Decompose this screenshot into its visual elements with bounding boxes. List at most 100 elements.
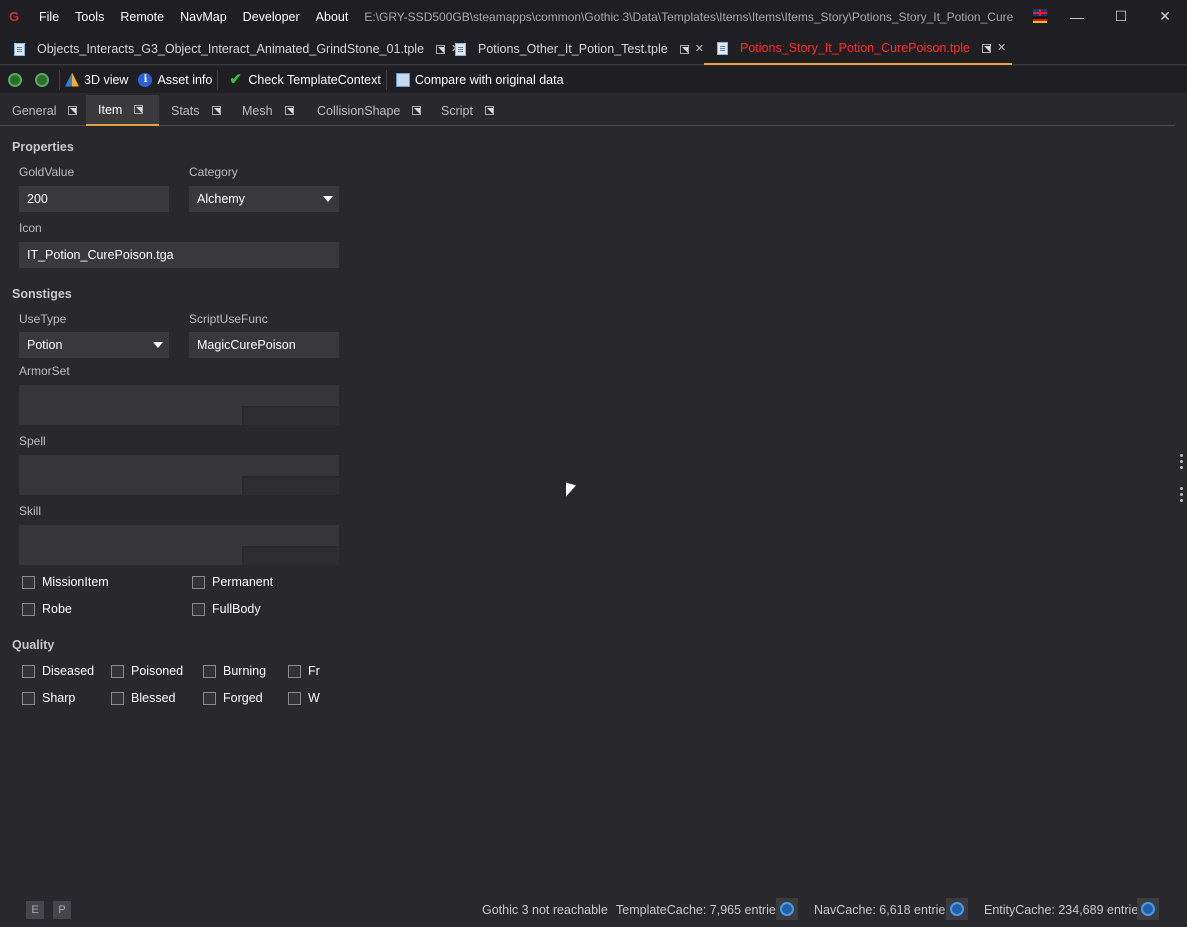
spell-subfield[interactable] [242,476,339,495]
category-value: Alchemy [197,192,245,206]
checkbox-box[interactable] [22,602,35,616]
checkbox-box[interactable] [22,664,35,678]
checkbox-box[interactable] [111,664,124,678]
checkbox-box[interactable] [203,664,216,678]
menu-navmap[interactable]: NavMap [172,10,235,24]
tab-item[interactable]: Item [86,95,159,126]
nav-cache-refresh-button[interactable] [946,898,968,920]
toolbar-separator [59,69,60,90]
menu-remote[interactable]: Remote [112,10,172,24]
scriptusefunc-input[interactable]: MagicCurePoison [189,332,339,358]
refresh-button[interactable] [8,66,27,93]
close-tab-icon[interactable]: ✕ [695,43,704,54]
checkbox-box[interactable] [288,691,301,705]
permanent-checkbox[interactable]: Permanent [192,575,273,589]
entity-cache-status: EntityCache: 234,689 entries [984,903,1145,917]
close-window-button[interactable]: ✕ [1143,0,1187,33]
tab-dropdown-icon[interactable] [484,106,494,115]
menu-developer[interactable]: Developer [235,10,308,24]
menu-tools[interactable]: Tools [67,10,112,24]
template-cache-refresh-button[interactable] [776,898,798,920]
connection-status: Gothic 3 not reachable [482,903,608,917]
tab-dropdown-icon[interactable] [68,106,78,115]
checkbox-box[interactable] [192,575,205,589]
checkbox-box[interactable] [192,602,205,616]
checkmark-icon: ✔ [229,70,242,88]
tab-dropdown-icon[interactable] [412,106,422,115]
document-icon [14,42,25,56]
menu-about[interactable]: About [308,10,357,24]
3d-view-button[interactable]: 3D view [65,66,128,93]
tab-mesh[interactable]: Mesh [230,95,305,126]
tab-mesh-label: Mesh [242,103,273,118]
skill-field[interactable] [19,525,339,565]
quality-label: Blessed [131,691,176,705]
p-button[interactable]: P [53,901,71,919]
file-tab-curepoison[interactable]: Potions_Story_It_Potion_CurePoison.tple … [704,33,1012,65]
file-tab-potion-test[interactable]: Potions_Other_It_Potion_Test.tple ✕ [455,33,704,65]
file-tab-label: Objects_Interacts_G3_Object_Interact_Ani… [37,42,425,56]
quality-diseased-checkbox[interactable]: Diseased [22,664,94,678]
quality-worn-checkbox[interactable]: We [288,691,320,705]
checkbox-box[interactable] [22,691,35,705]
armorset-field[interactable] [19,385,339,425]
minimize-button[interactable]: — [1055,0,1099,33]
tab-dropdown-icon[interactable] [284,106,294,115]
missionitem-checkbox[interactable]: MissionItem [22,575,109,589]
menu-file[interactable]: File [31,10,67,24]
checkbox-box[interactable] [288,664,301,678]
checkbox-box[interactable] [22,575,35,589]
tab-general[interactable]: General [0,95,86,126]
tab-collisionshape[interactable]: CollisionShape [305,95,429,126]
check-templatecontext-button[interactable]: ✔ Check TemplateContext [229,66,380,93]
asset-info-button[interactable]: i Asset info [138,66,212,93]
splitter-handle-icon[interactable] [1180,487,1183,505]
tab-script-label: Script [441,103,473,118]
status-bar: E P Gothic 3 not reachable TemplateCache… [0,895,1187,927]
usetype-select[interactable]: Potion [19,332,169,358]
scriptusefunc-label: ScriptUseFunc [189,312,268,326]
e-button[interactable]: E [26,901,44,919]
checkbox-box[interactable] [111,691,124,705]
section-properties: Properties [12,140,74,154]
refresh-icon [780,902,794,916]
robe-checkbox[interactable]: Robe [22,602,72,616]
tab-item-label: Item [98,102,123,117]
quality-label: Sharp [42,691,76,705]
fullbody-checkbox[interactable]: FullBody [192,602,261,616]
reload-button[interactable] [35,66,54,93]
skill-subfield[interactable] [242,546,339,565]
refresh-icon [8,72,22,87]
category-label: Category [189,165,238,179]
tab-script[interactable]: Script [429,95,501,126]
pin-icon[interactable] [436,44,446,54]
quality-forged-checkbox[interactable]: Forged [203,691,263,705]
tab-stats[interactable]: Stats [159,95,230,126]
maximize-button[interactable]: ☐ [1099,0,1143,33]
spell-field[interactable] [19,455,339,495]
quality-sharp-checkbox[interactable]: Sharp [22,691,75,705]
compare-original-button[interactable]: Compare with original data [395,66,564,93]
quality-poisoned-checkbox[interactable]: Poisoned [111,664,183,678]
refresh-icon [1141,902,1155,916]
goldvalue-input[interactable]: 200 [19,186,169,212]
pin-icon[interactable] [679,44,689,54]
quality-burning-checkbox[interactable]: Burning [203,664,266,678]
language-flag-icon[interactable] [1033,9,1047,23]
mouse-cursor-icon [566,482,576,500]
icon-input[interactable]: IT_Potion_CurePoison.tga [19,242,339,268]
pin-icon[interactable] [982,43,992,53]
splitter-handle-icon[interactable] [1180,454,1183,472]
tab-dropdown-icon[interactable] [211,106,221,115]
tab-dropdown-icon[interactable] [134,105,144,114]
close-tab-icon[interactable]: ✕ [997,42,1006,53]
quality-frozen-checkbox[interactable]: Fro [288,664,320,678]
category-select[interactable]: Alchemy [189,186,339,212]
quality-blessed-checkbox[interactable]: Blessed [111,691,175,705]
armorset-subfield[interactable] [242,406,339,425]
skill-label: Skill [19,504,42,518]
file-tab-grindstone[interactable]: Objects_Interacts_G3_Object_Interact_Ani… [14,33,460,65]
checkbox-box[interactable] [203,691,216,705]
quality-label: Diseased [42,664,95,678]
entity-cache-refresh-button[interactable] [1137,898,1159,920]
